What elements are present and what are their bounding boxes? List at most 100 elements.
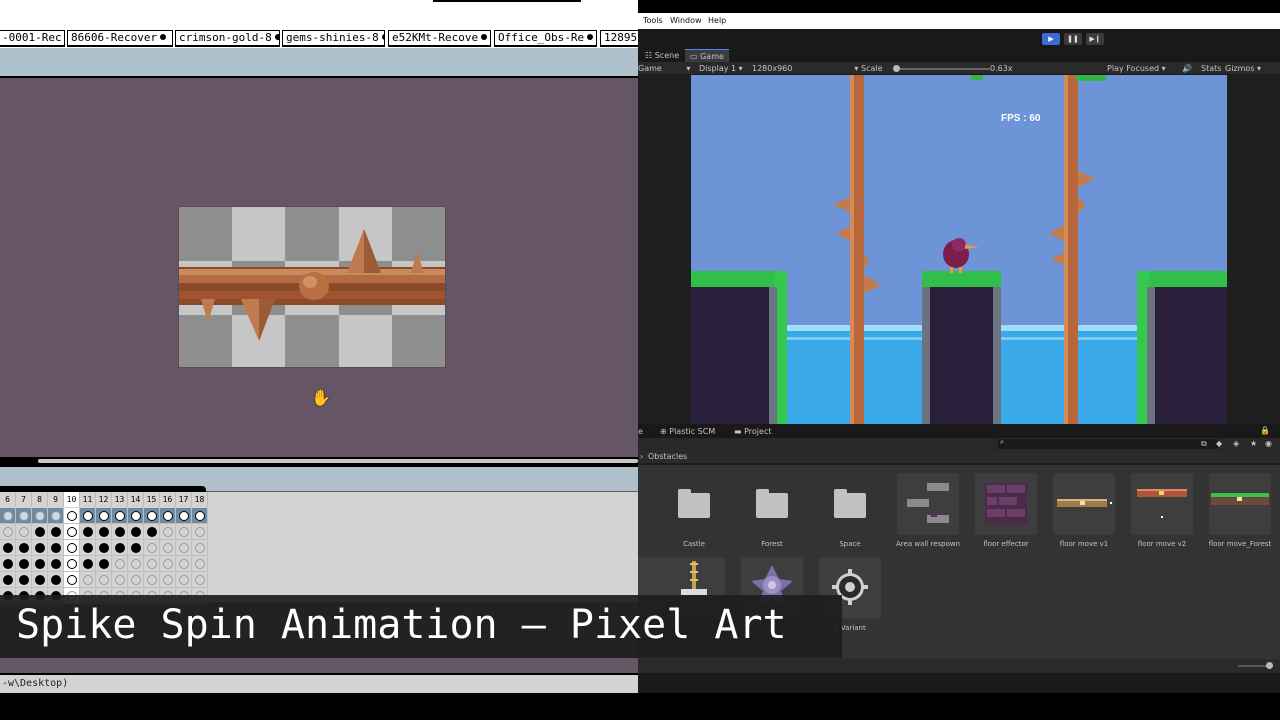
- timeline-cel[interactable]: [0, 572, 16, 588]
- tab-scene[interactable]: ☷ Scene: [640, 49, 684, 62]
- timeline-cel[interactable]: [112, 540, 128, 556]
- timeline-cel[interactable]: [64, 572, 80, 588]
- timeline-cel[interactable]: [160, 508, 176, 524]
- timeline-cel[interactable]: [64, 556, 80, 572]
- favorite-icon[interactable]: ★: [1250, 438, 1257, 449]
- timeline-cel[interactable]: [112, 556, 128, 572]
- scrollbar-thumb[interactable]: [38, 459, 638, 463]
- stats-button[interactable]: Stats: [1201, 63, 1221, 74]
- timeline-cel[interactable]: [192, 540, 208, 556]
- timeline-cel[interactable]: [48, 508, 64, 524]
- timeline-cel[interactable]: [96, 540, 112, 556]
- timeline-cel[interactable]: [80, 508, 96, 524]
- timeline-cel[interactable]: [48, 556, 64, 572]
- timeline-cel[interactable]: [112, 524, 128, 540]
- frame-number[interactable]: 15: [144, 492, 160, 507]
- timeline-cel[interactable]: [32, 572, 48, 588]
- timeline-cel[interactable]: [16, 572, 32, 588]
- timeline-cel[interactable]: [144, 540, 160, 556]
- asset-item[interactable]: floor move_Forest: [1208, 473, 1272, 548]
- timeline-cel[interactable]: [80, 524, 96, 540]
- timeline-cel[interactable]: [0, 556, 16, 572]
- timeline-cel[interactable]: [144, 508, 160, 524]
- asset-item[interactable]: floor effector: [974, 473, 1038, 548]
- timeline-cel[interactable]: [96, 508, 112, 524]
- filter-icon[interactable]: ⧉: [1201, 438, 1207, 449]
- sprite-canvas[interactable]: [178, 206, 446, 368]
- label-icon[interactable]: ◆: [1216, 438, 1222, 449]
- timeline-cel[interactable]: [80, 572, 96, 588]
- frame-number[interactable]: 12: [96, 492, 112, 507]
- frame-number[interactable]: 7: [16, 492, 32, 507]
- frame-number[interactable]: 14: [128, 492, 144, 507]
- timeline-cel[interactable]: [160, 524, 176, 540]
- timeline-cel[interactable]: [144, 556, 160, 572]
- file-tab[interactable]: gems-shinies-8: [282, 30, 385, 47]
- timeline-cel[interactable]: [112, 508, 128, 524]
- frame-number[interactable]: 9: [48, 492, 64, 507]
- file-tab[interactable]: 12895: [600, 30, 638, 47]
- timeline-cel[interactable]: [160, 556, 176, 572]
- resolution-dropdown[interactable]: 1280x960 ▾: [752, 63, 858, 74]
- timeline-cel[interactable]: [192, 524, 208, 540]
- timeline-cel[interactable]: [16, 556, 32, 572]
- timeline-cel[interactable]: [96, 556, 112, 572]
- timeline-cel[interactable]: [144, 524, 160, 540]
- timeline-cel[interactable]: [128, 524, 144, 540]
- timeline-cel[interactable]: [16, 524, 32, 540]
- timeline-cel[interactable]: [112, 572, 128, 588]
- frame-number-current[interactable]: 10: [64, 492, 80, 507]
- menu-help[interactable]: Help: [708, 16, 726, 25]
- tab-game[interactable]: ▭ Game: [685, 49, 729, 62]
- step-button[interactable]: ▶❙: [1086, 33, 1104, 45]
- frame-number[interactable]: 6: [0, 492, 16, 507]
- display-dropdown[interactable]: Display 1 ▾: [699, 63, 743, 74]
- timeline-cel[interactable]: [48, 572, 64, 588]
- asset-item[interactable]: Area wall respown: [896, 473, 960, 548]
- timeline-cel[interactable]: [176, 524, 192, 540]
- asset-item[interactable]: floor move v2: [1130, 473, 1194, 548]
- eye-icon[interactable]: ◉: [1265, 438, 1272, 449]
- frame-number[interactable]: 8: [32, 492, 48, 507]
- timeline-cel[interactable]: [32, 540, 48, 556]
- scale-slider-handle[interactable]: [893, 65, 900, 72]
- asset-item[interactable]: Forest: [740, 473, 804, 548]
- timeline-cel[interactable]: [48, 524, 64, 540]
- timeline-cel[interactable]: [0, 524, 16, 540]
- timeline-cel[interactable]: [32, 556, 48, 572]
- menu-tools[interactable]: Tools: [643, 16, 663, 25]
- timeline-cel[interactable]: [32, 508, 48, 524]
- timeline-cel[interactable]: [128, 540, 144, 556]
- timeline-cel[interactable]: [176, 556, 192, 572]
- gizmos-button[interactable]: Gizmos ▾: [1225, 63, 1261, 74]
- timeline-cel[interactable]: [64, 524, 80, 540]
- frame-number[interactable]: 13: [112, 492, 128, 507]
- pause-button[interactable]: ❚❚: [1064, 33, 1082, 45]
- timeline-cel[interactable]: [96, 572, 112, 588]
- file-tab[interactable]: Office_Obs-Re: [494, 30, 597, 47]
- tab-plastic-scm[interactable]: ⊕ Plastic SCM: [660, 426, 715, 437]
- timeline-cel[interactable]: [128, 556, 144, 572]
- file-tab[interactable]: crimson-gold-8: [175, 30, 280, 47]
- breadcrumb-item[interactable]: Obstacles: [648, 451, 687, 462]
- timeline-cel[interactable]: [176, 540, 192, 556]
- lock-icon[interactable]: 🔒: [1260, 425, 1270, 436]
- frame-number[interactable]: 17: [176, 492, 192, 507]
- timeline-cel[interactable]: [48, 540, 64, 556]
- timeline-cel[interactable]: [16, 540, 32, 556]
- timeline-cel[interactable]: [64, 540, 80, 556]
- timeline-cel[interactable]: [128, 572, 144, 588]
- play-button[interactable]: ▶: [1042, 33, 1060, 45]
- file-tab[interactable]: -0001-Rec: [0, 30, 65, 47]
- timeline-cel[interactable]: [80, 556, 96, 572]
- timeline-cel[interactable]: [0, 540, 16, 556]
- timeline-cel[interactable]: [192, 556, 208, 572]
- timeline-cel[interactable]: [80, 540, 96, 556]
- game-view[interactable]: FPS : 60: [638, 75, 1280, 424]
- tab-fragment[interactable]: e: [638, 426, 643, 437]
- asset-item[interactable]: floor move v1: [1052, 473, 1116, 548]
- timeline-cel[interactable]: [128, 508, 144, 524]
- play-focused-dropdown[interactable]: Play Focused ▾: [1107, 63, 1166, 74]
- search-input[interactable]: ⌕: [998, 438, 1218, 449]
- tag-icon[interactable]: ◈: [1233, 438, 1239, 449]
